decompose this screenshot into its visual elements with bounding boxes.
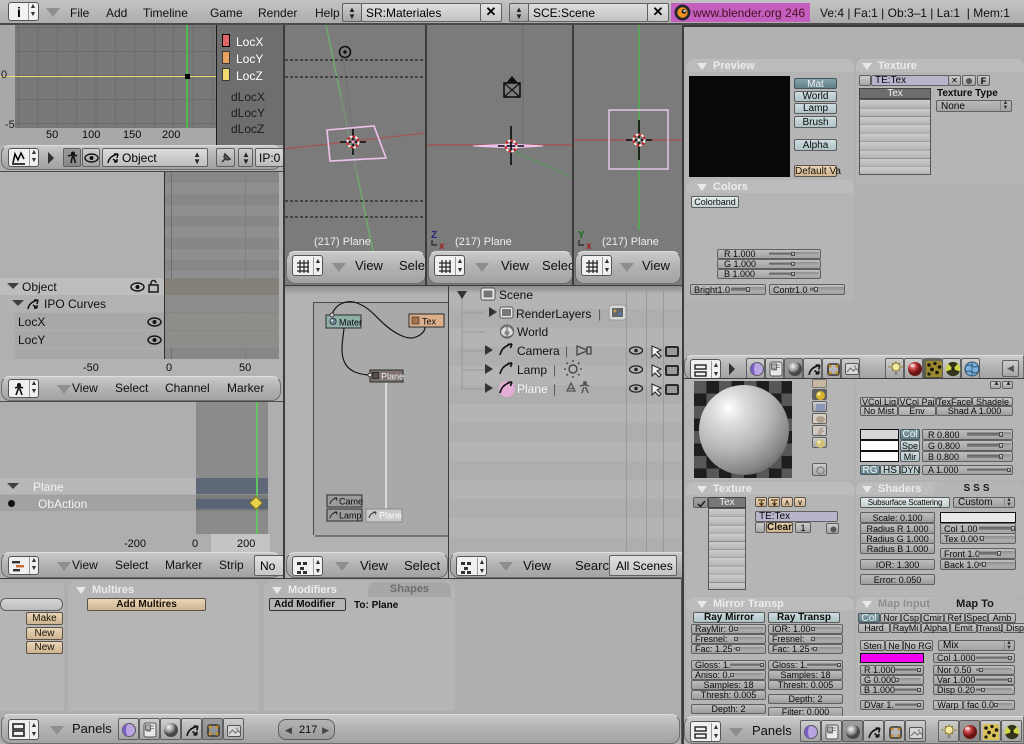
svg-text:Z: Z (431, 230, 437, 241)
svg-text:(217) Plane: (217) Plane (314, 236, 371, 248)
svg-text:x: x (586, 241, 592, 251)
svg-text:x: x (439, 241, 445, 251)
svg-text:Came: Came (339, 497, 363, 507)
svg-text:Lamp: Lamp (517, 363, 547, 377)
svg-text:Plane: Plane (381, 372, 404, 382)
svg-text:(217) Plane: (217) Plane (455, 236, 512, 248)
svg-text:Scene: Scene (499, 288, 533, 302)
svg-text:|: | (553, 363, 556, 377)
svg-text:Camera: Camera (517, 344, 560, 358)
svg-text:Plane: Plane (517, 382, 548, 396)
svg-text:Lamp: Lamp (339, 511, 362, 521)
svg-text:RenderLayers: RenderLayers (516, 307, 591, 321)
svg-text:Y: Y (578, 230, 585, 241)
svg-text:Plane: Plane (379, 511, 402, 521)
svg-text:|: | (598, 307, 601, 321)
svg-text:Mater: Mater (339, 318, 362, 328)
svg-text:(217) Plane: (217) Plane (602, 236, 659, 248)
svg-text:|: | (565, 344, 568, 358)
svg-text:Tex: Tex (422, 317, 437, 327)
svg-text:|: | (553, 382, 556, 396)
svg-text:World: World (517, 325, 548, 339)
